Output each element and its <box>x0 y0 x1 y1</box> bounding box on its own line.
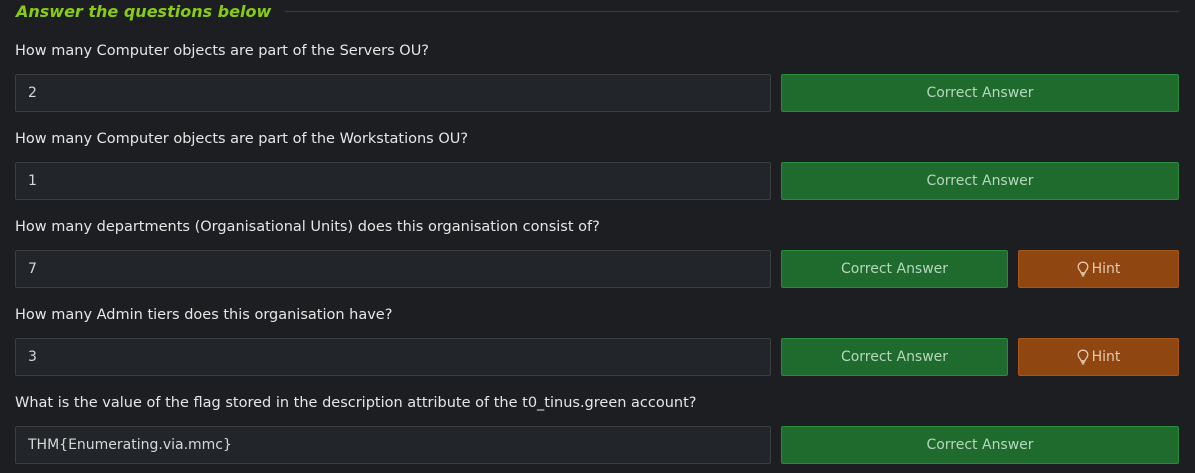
lightbulb-icon <box>1077 349 1089 365</box>
question-1-text: How many Computer objects are part of th… <box>15 43 430 59</box>
correct-answer-2-button[interactable]: Correct Answer <box>781 162 1179 200</box>
correct-answer-1-button[interactable]: Correct Answer <box>781 74 1179 112</box>
answer-1-input[interactable] <box>15 74 771 112</box>
question-4-text: How many Admin tiers does this organisat… <box>15 307 393 323</box>
section-divider <box>285 10 1179 12</box>
section-header: Answer the questions below <box>16 0 1179 22</box>
questions-panel: Answer the questions below How many Comp… <box>0 0 1195 473</box>
correct-answer-4-button[interactable]: Correct Answer <box>781 338 1008 376</box>
correct-answer-3-button[interactable]: Correct Answer <box>781 250 1008 288</box>
question-5-text: What is the value of the flag stored in … <box>15 395 697 411</box>
hint-4-label: Hint <box>1091 349 1121 365</box>
answer-4-input[interactable] <box>15 338 771 376</box>
hint-3-button[interactable]: Hint <box>1018 250 1179 288</box>
question-2-text: How many Computer objects are part of th… <box>15 131 469 147</box>
section-title: Answer the questions below <box>16 1 272 21</box>
hint-4-button[interactable]: Hint <box>1018 338 1179 376</box>
lightbulb-icon <box>1077 261 1089 277</box>
correct-answer-5-button[interactable]: Correct Answer <box>781 426 1179 464</box>
answer-3-input[interactable] <box>15 250 771 288</box>
hint-3-label: Hint <box>1091 261 1121 277</box>
answer-2-input[interactable] <box>15 162 771 200</box>
question-3-text: How many departments (Organisational Uni… <box>15 219 600 235</box>
answer-5-input[interactable] <box>15 426 771 464</box>
